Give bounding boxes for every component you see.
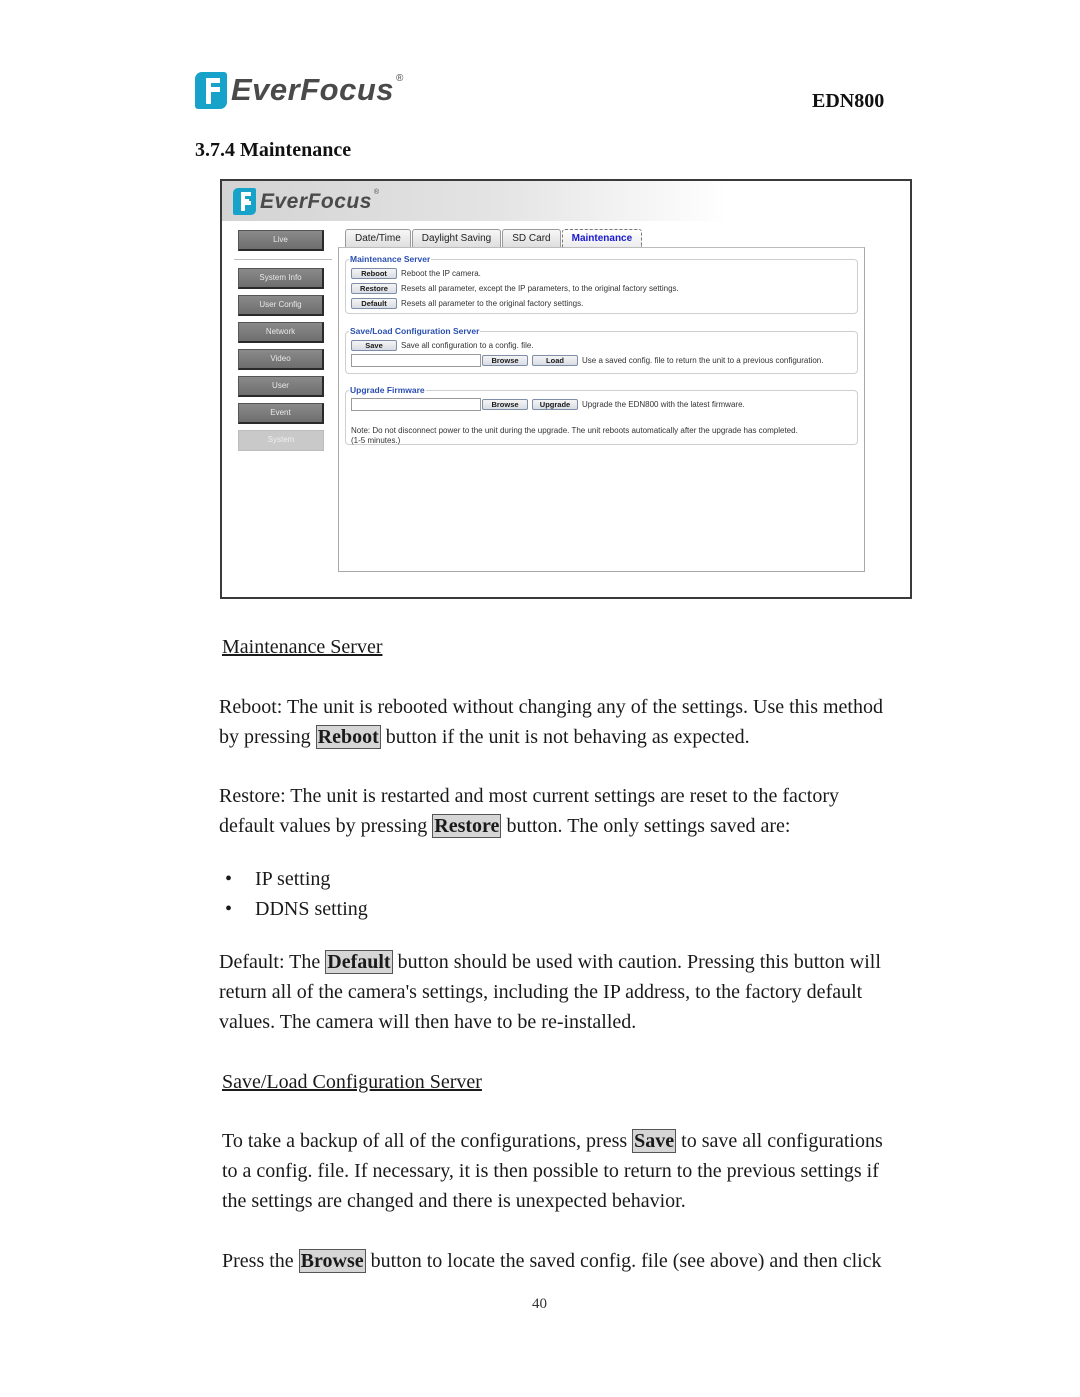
reboot-paragraph-line1: Reboot: The unit is rebooted without cha… [219,696,883,718]
sidebar-item-video[interactable]: Video [238,349,324,370]
default-row: Default Resets all parameter to the orig… [351,298,583,309]
firmware-file-input[interactable] [351,398,481,411]
restore-text-post: button. The only settings saved are: [501,815,791,837]
bullet-icon: • [225,898,233,920]
reboot-row: Reboot Reboot the IP camera. [351,268,481,279]
app-logo: EverFocus ® [233,188,379,215]
save-button[interactable]: Save [351,340,397,351]
save-description: Save all configuration to a config. file… [401,341,534,350]
upgrade-note-line1: Note: Do not disconnect power to the uni… [351,426,798,435]
list-item-text: DDNS setting [255,898,368,920]
app-banner: EverFocus ® [222,181,728,221]
reboot-text-post: button if the unit is not behaving as ex… [380,726,750,748]
everfocus-logo-icon [233,188,256,215]
default-button[interactable]: Default [351,298,397,309]
sidebar-item-user-config[interactable]: User Config [238,295,324,316]
browse-text-pre: Press the [222,1250,299,1272]
list-item-text: IP setting [255,868,331,890]
upgrade-note: Note: Do not disconnect power to the uni… [351,426,846,446]
maintenance-server-heading: Maintenance Server [222,636,383,658]
tab-bar: Date/Time Daylight Saving SD Card Mainte… [345,229,643,247]
default-description: Resets all parameter to the original fac… [401,299,584,308]
maintenance-server-legend: Maintenance Server [350,254,431,264]
reboot-description: Reboot the IP camera. [401,269,481,278]
reboot-button[interactable]: Reboot [351,268,397,279]
everfocus-logo: EverFocus ® [195,70,403,110]
reboot-button-label: Reboot [315,725,381,749]
default-paragraph-line3: values. The camera will then have to be … [219,1011,637,1033]
default-text-pre: Default: The [219,951,326,973]
restore-button-label: Restore [432,814,502,838]
section-title: 3.7.4 Maintenance [195,139,352,161]
reboot-paragraph-line2: by pressing Reboot button if the unit is… [219,722,750,752]
restore-paragraph-line1: Restore: The unit is restarted and most … [219,785,839,807]
save-button-label: Save [632,1129,677,1153]
model-name: EDN800 [812,90,885,112]
restore-text-pre: default values by pressing [219,815,433,837]
load-row: Browse Load Use a saved config. file to … [351,354,823,367]
default-paragraph-line2: return all of the camera's settings, inc… [219,981,863,1003]
save-row: Save Save all configuration to a config.… [351,340,534,351]
sidebar-item-live[interactable]: Live [238,230,324,251]
everfocus-logo-icon [195,71,227,109]
tab-daylight-saving[interactable]: Daylight Saving [411,229,502,247]
firmware-browse-button[interactable]: Browse [482,399,528,410]
ui-screenshot-frame: EverFocus ® Live System Info User Config… [220,179,912,599]
maintenance-panel: Maintenance Server Reboot Reboot the IP … [338,247,865,572]
upgrade-firmware-legend: Upgrade Firmware [350,385,425,395]
upgrade-note-line2: (1-5 minutes.) [351,436,401,445]
reboot-text-pre: by pressing [219,726,316,748]
save-text-post: to save all configurations [676,1130,883,1152]
load-button[interactable]: Load [532,355,578,366]
config-file-input[interactable] [351,354,481,367]
app-logo-text: EverFocus [260,189,372,213]
registered-mark: ® [373,189,380,196]
tab-date-time[interactable]: Date/Time [345,229,411,247]
sidebar-item-network[interactable]: Network [238,322,324,343]
config-browse-button[interactable]: Browse [482,355,528,366]
browse-button-label: Browse [298,1249,366,1273]
tab-sd-card[interactable]: SD Card [502,229,561,247]
sidebar-divider [234,259,332,260]
sidebar-item-event[interactable]: Event [238,403,324,424]
load-description: Use a saved config. file to return the u… [582,356,824,365]
sidebar-item-system[interactable]: System [238,430,324,451]
sidebar-item-system-info[interactable]: System Info [238,268,324,289]
registered-mark: ® [396,73,404,84]
save-load-heading: Save/Load Configuration Server [222,1071,482,1093]
default-paragraph-line1: Default: The Default button should be us… [219,947,881,977]
upgrade-row: Browse Upgrade Upgrade the EDN800 with t… [351,398,745,411]
save-paragraph-line3: the settings are changed and there is un… [222,1190,686,1212]
save-load-legend: Save/Load Configuration Server [350,326,480,336]
save-text-pre: To take a backup of all of the configura… [222,1130,633,1152]
default-text-post: button should be used with caution. Pres… [392,951,881,973]
restore-button[interactable]: Restore [351,283,397,294]
page-number: 40 [532,1296,547,1312]
tab-maintenance[interactable]: Maintenance [561,229,643,247]
restore-paragraph-line2: default values by pressing Restore butto… [219,811,790,841]
restore-description: Resets all parameter, except the IP para… [401,284,679,293]
logo-text: EverFocus [231,72,395,107]
save-paragraph-line2: to a config. file. If necessary, it is t… [222,1160,879,1182]
browse-text-post: button to locate the saved config. file … [365,1250,882,1272]
restore-row: Restore Resets all parameter, except the… [351,283,679,294]
sidebar-item-user[interactable]: User [238,376,324,397]
browse-paragraph-line1: Press the Browse button to locate the sa… [222,1246,882,1276]
upgrade-button[interactable]: Upgrade [532,399,578,410]
upgrade-description: Upgrade the EDN800 with the latest firmw… [582,400,745,409]
bullet-icon: • [225,868,233,890]
default-button-label: Default [325,950,393,974]
save-paragraph-line1: To take a backup of all of the configura… [222,1126,883,1156]
